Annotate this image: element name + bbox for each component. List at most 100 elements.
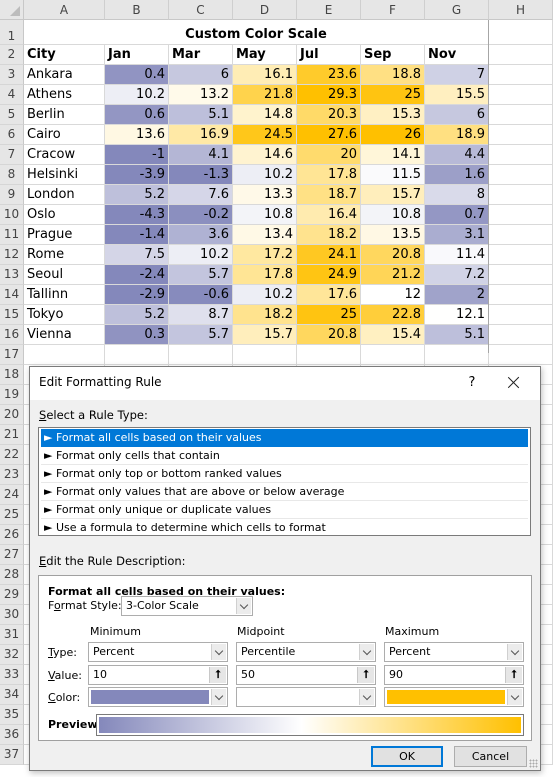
empty-cell[interactable] [489,65,553,85]
row-header[interactable]: 36 [0,725,24,745]
city-cell[interactable]: Tallinn [24,285,105,305]
temperature-cell[interactable]: 0.7 [425,205,489,225]
collapse-dialog-icon[interactable]: ⭡ [209,667,226,683]
temperature-cell[interactable]: 27.6 [297,125,361,145]
temperature-cell[interactable]: 13.6 [105,125,169,145]
empty-cell[interactable] [24,345,105,365]
temperature-cell[interactable]: 14.8 [233,105,297,125]
temperature-cell[interactable]: 11.4 [425,245,489,265]
empty-cell[interactable] [489,265,553,285]
empty-cell[interactable] [489,285,553,305]
row-header[interactable]: 7 [0,145,24,165]
empty-cell[interactable] [489,165,553,185]
row-header[interactable]: 27 [0,545,24,565]
temperature-cell[interactable]: 21.8 [233,85,297,105]
row-header[interactable]: 6 [0,125,24,145]
city-cell[interactable]: Seoul [24,265,105,285]
row-header[interactable]: 25 [0,505,24,525]
temperature-cell[interactable]: 0.3 [105,325,169,345]
rule-type-list[interactable]: ► Format all cells based on their values… [38,427,531,536]
row-header[interactable]: 9 [0,185,24,205]
row-header[interactable]: 34 [0,685,24,705]
row-header[interactable]: 10 [0,205,24,225]
column-header[interactable]: H [489,0,553,20]
temperature-cell[interactable]: 13.3 [233,185,297,205]
empty-cell[interactable] [489,205,553,225]
row-header[interactable]: 28 [0,565,24,585]
temperature-cell[interactable]: 17.2 [233,245,297,265]
city-cell[interactable]: Oslo [24,205,105,225]
temperature-cell[interactable]: 12.1 [425,305,489,325]
temperature-cell[interactable]: 7.5 [105,245,169,265]
temperature-cell[interactable]: 22.8 [361,305,425,325]
empty-cell[interactable] [169,345,233,365]
row-header[interactable]: 8 [0,165,24,185]
table-header-cell[interactable]: City [24,45,105,65]
temperature-cell[interactable]: 4.4 [425,145,489,165]
temperature-cell[interactable]: 6 [425,105,489,125]
city-cell[interactable]: Tokyo [24,305,105,325]
temperature-cell[interactable]: 13.5 [361,225,425,245]
temperature-cell[interactable]: 29.3 [297,85,361,105]
temperature-cell[interactable]: -0.6 [169,285,233,305]
row-header[interactable]: 1 [0,20,24,45]
empty-cell[interactable] [489,85,553,105]
temperature-cell[interactable]: 21.2 [361,265,425,285]
temperature-cell[interactable]: 6 [169,65,233,85]
row-header[interactable]: 17 [0,345,24,365]
temperature-cell[interactable]: 8 [425,185,489,205]
chevron-down-icon[interactable] [507,689,522,705]
format-style-dropdown[interactable]: 3-Color Scale [121,596,253,616]
city-cell[interactable]: Ankara [24,65,105,85]
chevron-down-icon[interactable] [507,644,522,660]
row-header[interactable]: 2 [0,45,24,65]
row-header[interactable]: 33 [0,665,24,685]
empty-cell[interactable] [489,345,553,365]
select-all-corner[interactable] [0,0,24,20]
row-header[interactable]: 16 [0,325,24,345]
temperature-cell[interactable]: 20.8 [361,245,425,265]
midpoint-value-input[interactable]: 50 ⭡ [236,665,376,685]
row-header[interactable]: 14 [0,285,24,305]
temperature-cell[interactable]: 5.2 [105,185,169,205]
temperature-cell[interactable]: 17.8 [233,265,297,285]
temperature-cell[interactable]: 26 [361,125,425,145]
rule-type-item[interactable]: ► Format only values that are above or b… [41,483,528,501]
temperature-cell[interactable]: 4.1 [169,145,233,165]
temperature-cell[interactable]: 0.6 [105,105,169,125]
chevron-down-icon[interactable] [359,689,374,705]
temperature-cell[interactable]: 18.2 [297,225,361,245]
empty-cell[interactable] [489,225,553,245]
row-header[interactable]: 5 [0,105,24,125]
table-header-cell[interactable]: May [233,45,297,65]
temperature-cell[interactable]: 20.3 [297,105,361,125]
close-icon[interactable] [503,372,525,394]
temperature-cell[interactable]: 15.7 [361,185,425,205]
row-header[interactable]: 19 [0,385,24,405]
city-cell[interactable]: Cairo [24,125,105,145]
chevron-down-icon[interactable] [236,598,251,614]
temperature-cell[interactable]: 10.2 [233,285,297,305]
temperature-cell[interactable]: 25 [361,85,425,105]
temperature-cell[interactable]: -1.4 [105,225,169,245]
help-button[interactable]: ? [462,372,482,394]
rule-type-item[interactable]: ► Format only cells that contain [41,447,528,465]
maximum-type-dropdown[interactable]: Percent [384,642,524,662]
temperature-cell[interactable]: 7.6 [169,185,233,205]
city-cell[interactable]: Berlin [24,105,105,125]
temperature-cell[interactable]: 18.9 [425,125,489,145]
temperature-cell[interactable]: -0.2 [169,205,233,225]
table-header-cell[interactable]: Jul [297,45,361,65]
temperature-cell[interactable]: 13.4 [233,225,297,245]
temperature-cell[interactable]: 11.5 [361,165,425,185]
dialog-titlebar[interactable]: Edit Formatting Rule ? [30,367,540,400]
row-header[interactable]: 32 [0,645,24,665]
temperature-cell[interactable]: 18.8 [361,65,425,85]
temperature-cell[interactable]: 7.2 [425,265,489,285]
resize-grip[interactable] [529,759,538,768]
city-cell[interactable]: London [24,185,105,205]
temperature-cell[interactable]: 14.6 [233,145,297,165]
temperature-cell[interactable]: 16.9 [169,125,233,145]
temperature-cell[interactable]: 0.4 [105,65,169,85]
temperature-cell[interactable]: 3.1 [425,225,489,245]
